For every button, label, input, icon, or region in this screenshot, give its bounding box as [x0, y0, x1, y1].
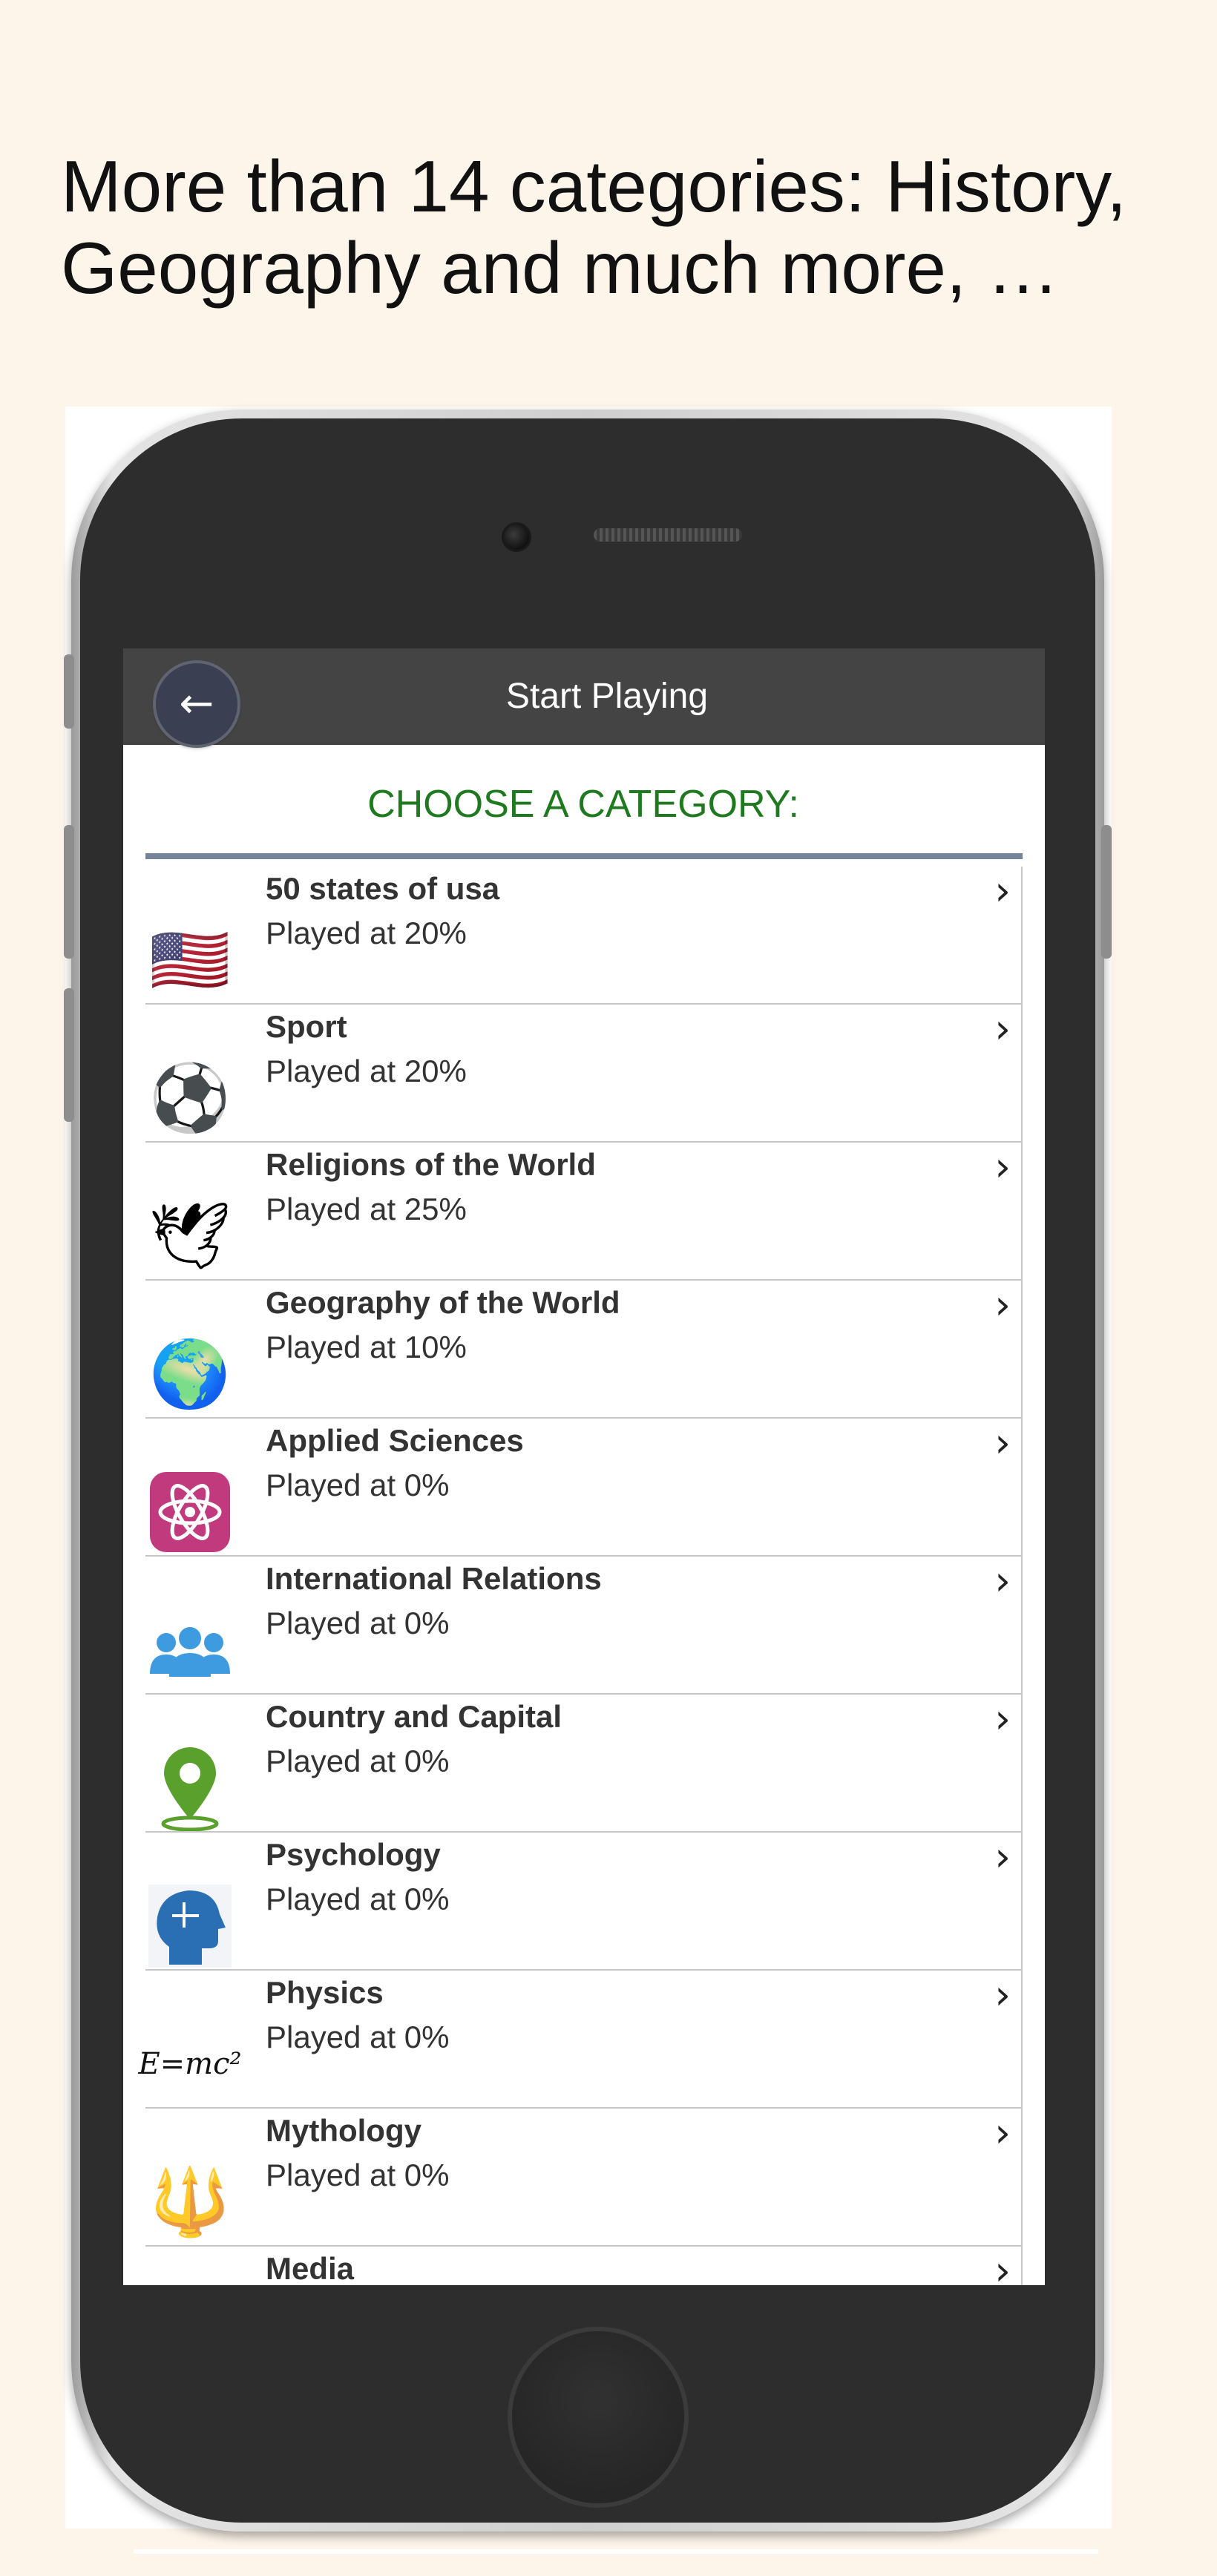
category-progress: Played at 20%: [266, 916, 467, 950]
category-title: Religions of the World: [266, 1147, 596, 1182]
atom-icon: [145, 1469, 234, 1555]
category-item-religions[interactable]: 🕊 Religions of the World Played at 25% ›: [145, 1143, 1021, 1281]
mute-switch: [64, 654, 74, 729]
category-item-geography[interactable]: 🌍 Geography of the World Played at 10% ›: [145, 1281, 1021, 1419]
chevron-right-icon: ›: [994, 2109, 1011, 2156]
category-title: International Relations: [266, 1561, 602, 1596]
chevron-right-icon: ›: [994, 1281, 1011, 1328]
home-button[interactable]: [508, 2327, 689, 2508]
heading-divider: [145, 853, 1023, 859]
category-item-sport[interactable]: ⚽ Sport Played at 20% ›: [145, 1005, 1021, 1143]
category-progress: Played at 0%: [266, 2020, 450, 2054]
category-list: 🇺🇸 50 states of usa Played at 20% › ⚽ Sp…: [138, 867, 1023, 2286]
chevron-right-icon: ›: [994, 867, 1011, 914]
category-title: Sport: [266, 1009, 347, 1044]
category-progress: Played at 0%: [266, 1744, 450, 1778]
category-item-50-states[interactable]: 🇺🇸 50 states of usa Played at 20% ›: [145, 867, 1021, 1005]
category-title: Media: [266, 2251, 355, 2285]
people-group-icon: [145, 1607, 234, 1693]
speaker-grille: [594, 528, 742, 542]
category-item-country-capital[interactable]: Country and Capital Played at 0% ›: [145, 1695, 1021, 1833]
volume-up-button: [64, 825, 74, 959]
category-item-applied-sciences[interactable]: Applied Sciences Played at 0% ›: [145, 1419, 1021, 1557]
promo-line-2: Geography and much more, …: [61, 227, 1060, 309]
list-heading: CHOOSE A CATEGORY:: [367, 783, 799, 826]
chevron-right-icon: ›: [994, 1557, 1011, 1604]
head-puzzle-icon: [145, 1883, 234, 1969]
page-title: Start Playing: [505, 677, 709, 716]
camera-icon: [502, 522, 531, 552]
category-item-psychology[interactable]: Psychology Played at 0% ›: [145, 1833, 1021, 1971]
category-item-mythology[interactable]: 🔱 Mythology Played at 0% ›: [145, 2109, 1021, 2247]
category-progress: Played at 0%: [266, 1882, 450, 1916]
chevron-right-icon: ›: [994, 1143, 1011, 1190]
us-flag-icon: 🇺🇸: [149, 921, 231, 998]
power-button: [1101, 825, 1112, 959]
dove-icon: 🕊: [148, 1197, 232, 1274]
category-title: Geography of the World: [266, 1285, 620, 1320]
bottom-edge: [134, 2549, 1098, 2554]
category-item-physics[interactable]: E=mc² Physics Played at 0% ›: [138, 1971, 1021, 2109]
category-item-international-relations[interactable]: International Relations Played at 0% ›: [145, 1557, 1021, 1695]
category-title: Psychology: [266, 1837, 441, 1872]
category-item-media[interactable]: Media ›: [145, 2247, 1021, 2286]
back-button[interactable]: ←: [156, 663, 237, 745]
category-progress: Played at 10%: [266, 1330, 467, 1364]
category-title: Country and Capital: [266, 1699, 562, 1734]
category-title: Physics: [266, 1975, 384, 2010]
chevron-right-icon: ›: [994, 1695, 1011, 1742]
category-progress: Played at 0%: [266, 2158, 450, 2192]
chevron-right-icon: ›: [994, 1833, 1011, 1880]
e-mc2-icon: E=mc²: [138, 2047, 242, 2081]
category-title: Applied Sciences: [266, 1423, 524, 1458]
category-progress: Played at 25%: [266, 1192, 467, 1226]
category-progress: Played at 0%: [266, 1606, 450, 1640]
promo-text: More than 14 categories: History, Geogra…: [61, 145, 1189, 309]
category-title: Mythology: [266, 2113, 421, 2148]
category-progress: Played at 20%: [266, 1054, 467, 1088]
category-progress: Played at 0%: [266, 1468, 450, 1502]
category-title: 50 states of usa: [266, 871, 500, 906]
chevron-right-icon: ›: [994, 1419, 1011, 1466]
volume-down-button: [64, 988, 74, 1122]
arrow-left-icon: ←: [179, 680, 214, 728]
chevron-right-icon: ›: [994, 1005, 1011, 1052]
app-header: Start Playing ←: [123, 648, 1045, 745]
globe-icon: 🌍: [149, 1335, 231, 1412]
map-pin-icon: [145, 1745, 234, 1831]
trident-icon: 🔱: [149, 2163, 231, 2240]
chevron-right-icon: ›: [994, 1971, 1011, 2018]
soccer-ball-icon: ⚽: [149, 1059, 231, 1136]
promo-line-1: More than 14 categories: History,: [61, 145, 1127, 227]
app-screen: Start Playing ← CHOOSE A CATEGORY: 🇺🇸 50…: [123, 648, 1045, 2285]
chevron-right-icon: ›: [994, 2247, 1011, 2286]
